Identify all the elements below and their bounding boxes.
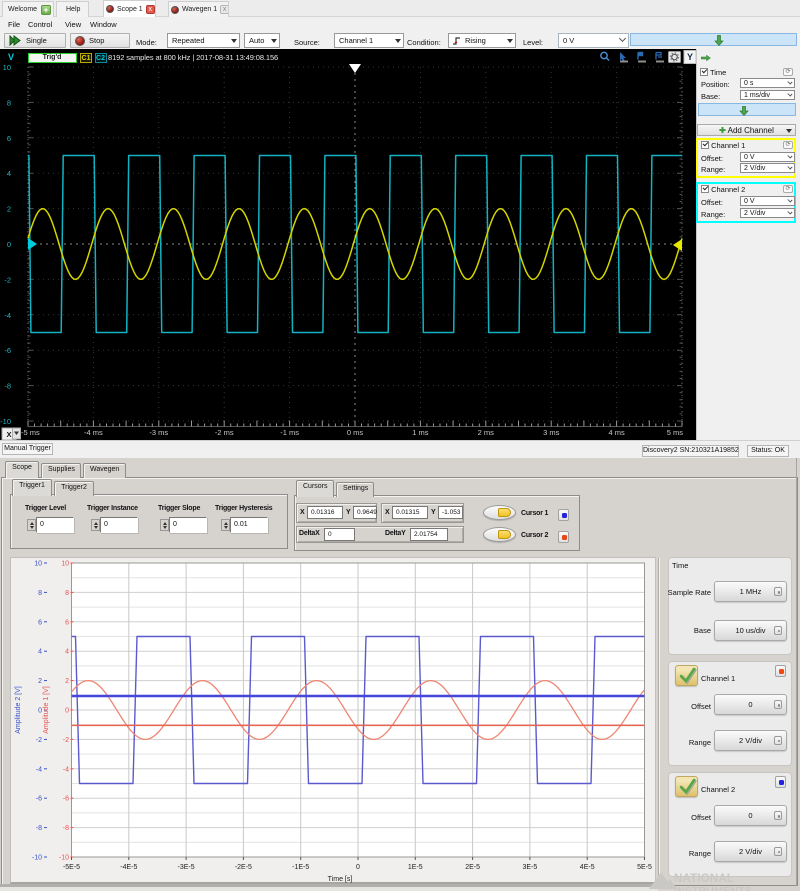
svg-text:0: 0	[356, 864, 360, 871]
svg-text:-1 ms: -1 ms	[280, 428, 299, 437]
svg-text:0: 0	[38, 708, 42, 715]
svg-text:-2: -2	[63, 737, 69, 744]
svg-text:1 ms: 1 ms	[412, 428, 429, 437]
svg-text:-4: -4	[4, 311, 11, 320]
svg-text:0 ms: 0 ms	[347, 428, 364, 437]
svg-text:Time [s]: Time [s]	[328, 876, 353, 883]
svg-text:INSTRUMENTS: INSTRUMENTS	[674, 885, 752, 891]
svg-text:-6: -6	[4, 346, 11, 355]
svg-text:-8: -8	[36, 825, 42, 832]
svg-text:-3 ms: -3 ms	[149, 428, 168, 437]
svg-text:-4E-5: -4E-5	[120, 864, 137, 871]
svg-text:8: 8	[65, 590, 69, 597]
svg-text:-5 ms: -5 ms	[21, 428, 40, 437]
svg-text:-10: -10	[32, 855, 42, 862]
svg-text:1E-5: 1E-5	[408, 864, 423, 871]
svg-text:10: 10	[61, 561, 69, 568]
svg-text:8: 8	[7, 98, 11, 107]
svg-text:0: 0	[7, 240, 11, 249]
svg-text:-8: -8	[63, 825, 69, 832]
svg-text:Amplitude 1 [V]: Amplitude 1 [V]	[43, 686, 50, 734]
svg-text:-3E-5: -3E-5	[178, 864, 195, 871]
svg-text:-2 ms: -2 ms	[215, 428, 234, 437]
svg-text:4E-5: 4E-5	[580, 864, 595, 871]
svg-text:4: 4	[7, 169, 11, 178]
svg-text:-10: -10	[59, 855, 69, 862]
svg-text:2: 2	[65, 678, 69, 685]
svg-text:3E-5: 3E-5	[523, 864, 538, 871]
svg-text:6: 6	[65, 619, 69, 626]
svg-text:-6: -6	[63, 796, 69, 803]
svg-text:4 ms: 4 ms	[608, 428, 625, 437]
svg-text:2 ms: 2 ms	[478, 428, 495, 437]
svg-text:-8: -8	[4, 382, 11, 391]
svg-text:-6: -6	[36, 796, 42, 803]
svg-text:4: 4	[65, 649, 69, 656]
svg-text:NATIONAL: NATIONAL	[674, 873, 734, 885]
svg-text:X: X	[6, 430, 11, 439]
svg-text:-2: -2	[36, 737, 42, 744]
svg-text:6: 6	[38, 619, 42, 626]
svg-text:2: 2	[7, 205, 11, 214]
svg-text:-2: -2	[4, 275, 11, 284]
svg-text:2E-5: 2E-5	[465, 864, 480, 871]
svg-text:-2E-5: -2E-5	[235, 864, 252, 871]
svg-text:5 ms: 5 ms	[667, 428, 684, 437]
svg-text:-4 ms: -4 ms	[84, 428, 103, 437]
svg-text:-1E-5: -1E-5	[292, 864, 309, 871]
svg-text:3 ms: 3 ms	[543, 428, 560, 437]
svg-text:8: 8	[38, 590, 42, 597]
svg-text:4: 4	[38, 649, 42, 656]
svg-text:6: 6	[7, 134, 11, 143]
svg-text:-10: -10	[0, 417, 11, 426]
svg-text:-4: -4	[63, 766, 69, 773]
svg-text:0: 0	[65, 708, 69, 715]
svg-text:10: 10	[34, 561, 42, 568]
svg-text:-5E-5: -5E-5	[63, 864, 80, 871]
svg-text:Amplitude 2 [V]: Amplitude 2 [V]	[15, 686, 22, 734]
svg-text:2: 2	[38, 678, 42, 685]
svg-text:-4: -4	[36, 766, 42, 773]
